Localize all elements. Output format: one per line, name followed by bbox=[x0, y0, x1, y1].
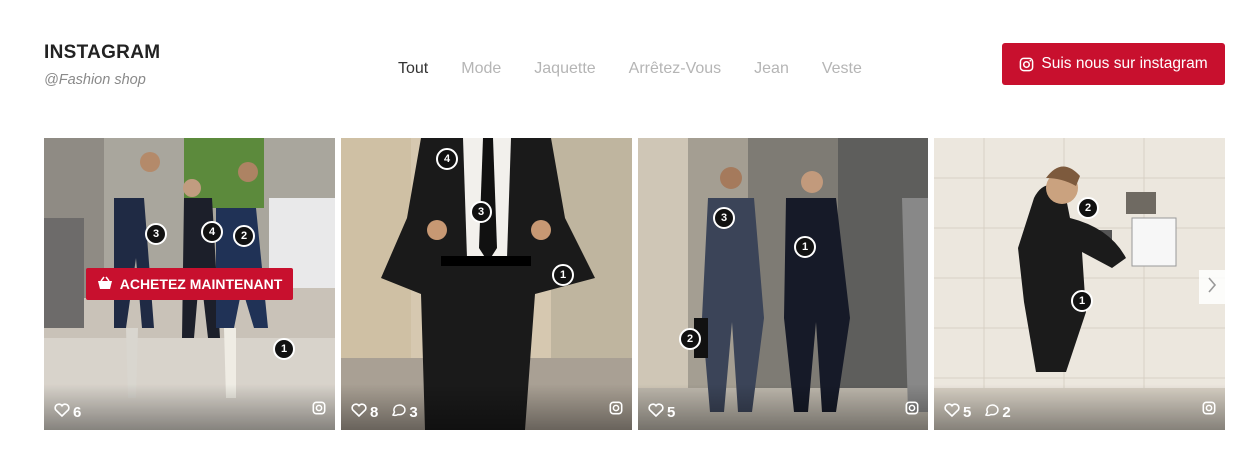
likes-count: 8 bbox=[351, 403, 378, 421]
instagram-icon bbox=[1019, 57, 1034, 72]
basket-icon bbox=[97, 276, 113, 293]
product-hotspot[interactable]: 2 bbox=[679, 328, 701, 350]
instagram-icon bbox=[312, 401, 326, 420]
product-hotspot[interactable]: 3 bbox=[145, 223, 167, 245]
product-hotspot[interactable]: 3 bbox=[470, 201, 492, 223]
comment-icon bbox=[983, 403, 999, 421]
filter-tab-veste[interactable]: Veste bbox=[822, 60, 862, 78]
likes-count: 5 bbox=[648, 403, 675, 421]
likes-count: 6 bbox=[54, 403, 81, 421]
comments-count: 3 bbox=[390, 403, 418, 421]
instagram-icon bbox=[609, 401, 623, 420]
brand-block: INSTAGRAM @Fashion shop bbox=[44, 42, 160, 88]
post-stats: 8 3 bbox=[351, 403, 418, 421]
filter-tab-mode[interactable]: Mode bbox=[461, 60, 501, 78]
instagram-grid: 3 4 2 1 ACHETEZ MAINTENANT 6 4 3 1 8 3 3… bbox=[44, 138, 1225, 430]
likes-count: 5 bbox=[944, 403, 971, 421]
product-hotspot[interactable]: 2 bbox=[1077, 197, 1099, 219]
filter-tab-arretez-vous[interactable]: Arrêtez-Vous bbox=[629, 60, 721, 78]
product-hotspot[interactable]: 1 bbox=[552, 264, 574, 286]
buy-now-label: ACHETEZ MAINTENANT bbox=[119, 276, 283, 292]
page-title: INSTAGRAM bbox=[44, 42, 161, 63]
instagram-post[interactable]: 4 3 1 8 3 bbox=[341, 138, 632, 430]
product-hotspot[interactable]: 1 bbox=[794, 236, 816, 258]
filter-tab-tout[interactable]: Tout bbox=[398, 60, 428, 78]
instagram-icon bbox=[1202, 401, 1216, 420]
heart-icon bbox=[351, 403, 367, 421]
comments-count: 2 bbox=[983, 403, 1011, 421]
instagram-post[interactable]: 3 4 2 1 ACHETEZ MAINTENANT 6 bbox=[44, 138, 335, 430]
product-hotspot[interactable]: 1 bbox=[273, 338, 295, 360]
instagram-post[interactable]: 2 1 5 2 bbox=[934, 138, 1225, 430]
post-stats: 5 2 bbox=[944, 403, 1011, 421]
instagram-post[interactable]: 3 1 2 5 bbox=[638, 138, 928, 430]
product-hotspot[interactable]: 1 bbox=[1071, 290, 1093, 312]
comment-icon bbox=[390, 403, 406, 421]
heart-icon bbox=[944, 403, 960, 421]
follow-instagram-button[interactable]: Suis nous sur instagram bbox=[1002, 43, 1225, 85]
filter-tabs: Tout Mode Jaquette Arrêtez-Vous Jean Ves… bbox=[398, 60, 895, 78]
post-stats: 5 bbox=[648, 403, 675, 421]
filter-tab-jaquette[interactable]: Jaquette bbox=[534, 60, 595, 78]
buy-now-button[interactable]: ACHETEZ MAINTENANT bbox=[86, 268, 293, 300]
post-stats: 6 bbox=[54, 403, 81, 421]
heart-icon bbox=[648, 403, 664, 421]
chevron-right-icon bbox=[1207, 276, 1217, 299]
follow-button-label: Suis nous sur instagram bbox=[1041, 55, 1208, 72]
product-hotspot[interactable]: 4 bbox=[201, 221, 223, 243]
heart-icon bbox=[54, 403, 70, 421]
filter-tab-jean[interactable]: Jean bbox=[754, 60, 789, 78]
page-subtitle: @Fashion shop bbox=[44, 72, 146, 88]
product-hotspot[interactable]: 3 bbox=[713, 207, 735, 229]
product-hotspot[interactable]: 2 bbox=[233, 225, 255, 247]
instagram-icon bbox=[905, 401, 919, 420]
carousel-next-button[interactable] bbox=[1199, 270, 1225, 304]
product-hotspot[interactable]: 4 bbox=[436, 148, 458, 170]
